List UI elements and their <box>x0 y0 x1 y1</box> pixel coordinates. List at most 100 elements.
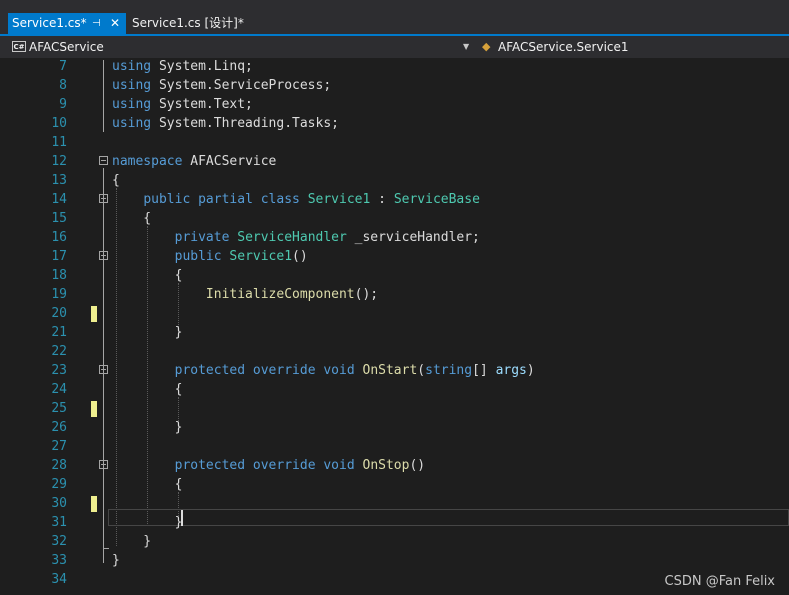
code-token: using <box>112 59 152 74</box>
code-token: partial <box>198 192 253 207</box>
code-text: { <box>112 171 120 190</box>
code-line[interactable]: 9 using System.Text; <box>0 95 789 114</box>
change-marker <box>91 401 97 417</box>
code-text: { <box>112 209 151 228</box>
tab-service1-cs[interactable]: Service1.cs* ⊣ ✕ <box>8 13 126 34</box>
code-line[interactable]: 34 <box>0 570 789 589</box>
code-line[interactable]: 13 { <box>0 171 789 190</box>
code-text: InitializeComponent(); <box>112 285 378 304</box>
code-token: System.Threading.Tasks; <box>151 116 339 131</box>
code-text: using System.ServiceProcess; <box>112 76 331 95</box>
code-line[interactable]: 27 <box>0 437 789 456</box>
code-line[interactable]: 23 protected override void OnStart(strin… <box>0 361 789 380</box>
code-line[interactable]: 18 { <box>0 266 789 285</box>
code-token: args <box>495 363 527 378</box>
code-token: System.Linq; <box>151 59 253 74</box>
code-token: { <box>112 382 183 397</box>
code-line[interactable]: 16 private ServiceHandler _serviceHandle… <box>0 228 789 247</box>
line-number: 23 <box>51 363 67 378</box>
code-token: : <box>370 192 394 207</box>
code-text: { <box>112 380 183 399</box>
code-line[interactable]: 24 { <box>0 380 789 399</box>
code-token: ( <box>417 363 426 378</box>
code-line[interactable]: 19 InitializeComponent(); <box>0 285 789 304</box>
code-text: { <box>112 266 183 285</box>
code-line[interactable]: 22 <box>0 342 789 361</box>
line-number: 13 <box>51 173 67 188</box>
line-number: 31 <box>51 515 67 530</box>
code-line[interactable]: 11 <box>0 133 789 152</box>
project-dropdown[interactable]: C# AFACService ▼ <box>8 37 474 57</box>
code-text: public Service1() <box>112 247 308 266</box>
code-line[interactable]: 12 namespace AFACService <box>0 152 789 171</box>
code-line[interactable]: 14 public partial class Service1 : Servi… <box>0 190 789 209</box>
line-number: 9 <box>59 97 67 112</box>
code-token: { <box>112 477 183 492</box>
code-editor[interactable]: CSDN @Fan Felix 7 using System.Linq; 8 usin… <box>0 58 789 595</box>
pin-icon[interactable]: ⊣ <box>92 13 101 34</box>
line-number: 15 <box>51 211 67 226</box>
member-dropdown[interactable]: ◆ AFACService.Service1 <box>478 37 789 57</box>
code-text: using System.Linq; <box>112 57 253 76</box>
line-number: 27 <box>51 439 67 454</box>
tab-service1-designer[interactable]: Service1.cs [设计]* <box>128 13 258 34</box>
code-token: override <box>252 363 316 378</box>
code-line[interactable]: 7 using System.Linq; <box>0 57 789 76</box>
project-label: AFACService <box>29 40 104 54</box>
code-line[interactable]: 8 using System.ServiceProcess; <box>0 76 789 95</box>
code-line[interactable]: 31 } <box>0 513 789 532</box>
code-line[interactable]: 17 public Service1() <box>0 247 789 266</box>
code-token: () <box>292 249 308 264</box>
close-icon[interactable]: ✕ <box>110 13 120 34</box>
code-line[interactable]: 28 protected override void OnStop() <box>0 456 789 475</box>
code-text: protected override void OnStart(string[]… <box>112 361 535 380</box>
code-token: OnStop <box>362 458 410 473</box>
code-text: protected override void OnStop() <box>112 456 426 475</box>
code-line[interactable]: 15 { <box>0 209 789 228</box>
code-token: namespace <box>112 154 183 169</box>
code-line[interactable]: 30 <box>0 494 789 513</box>
code-line[interactable]: 20 <box>0 304 789 323</box>
code-line[interactable]: 26 } <box>0 418 789 437</box>
code-line[interactable]: 21 } <box>0 323 789 342</box>
code-line[interactable]: 25 <box>0 399 789 418</box>
code-text: private ServiceHandler _serviceHandler; <box>112 228 480 247</box>
collapse-icon[interactable] <box>99 194 108 203</box>
code-line[interactable]: 32 } <box>0 532 789 551</box>
code-token: _serviceHandler; <box>346 230 480 245</box>
code-token: System.ServiceProcess; <box>151 78 332 93</box>
code-token: InitializeComponent <box>205 287 355 302</box>
code-token: void <box>323 458 355 473</box>
collapse-icon[interactable] <box>99 460 108 469</box>
code-text: public partial class Service1 : ServiceB… <box>112 190 480 209</box>
collapse-icon[interactable] <box>99 156 108 165</box>
collapse-icon[interactable] <box>99 365 108 374</box>
line-number: 32 <box>51 534 67 549</box>
code-text: using System.Threading.Tasks; <box>112 114 339 133</box>
code-line[interactable]: 29 { <box>0 475 789 494</box>
code-token: } <box>112 534 152 549</box>
chevron-down-icon[interactable]: ▼ <box>463 37 469 57</box>
code-token: using <box>112 116 152 131</box>
code-text: { <box>112 475 183 494</box>
change-marker <box>91 496 97 512</box>
collapse-icon[interactable] <box>99 251 108 260</box>
code-token: class <box>260 192 300 207</box>
code-token: { <box>112 268 183 283</box>
code-token: System.Text; <box>151 97 253 112</box>
code-token: } <box>112 420 183 435</box>
line-number: 12 <box>51 154 67 169</box>
code-token: Service1 <box>229 249 293 264</box>
line-number: 14 <box>51 192 67 207</box>
line-number: 26 <box>51 420 67 435</box>
code-token: string <box>425 363 473 378</box>
change-marker <box>91 306 97 322</box>
code-line[interactable]: 10 using System.Threading.Tasks; <box>0 114 789 133</box>
code-line[interactable]: 33} <box>0 551 789 570</box>
code-token: { <box>112 173 120 188</box>
